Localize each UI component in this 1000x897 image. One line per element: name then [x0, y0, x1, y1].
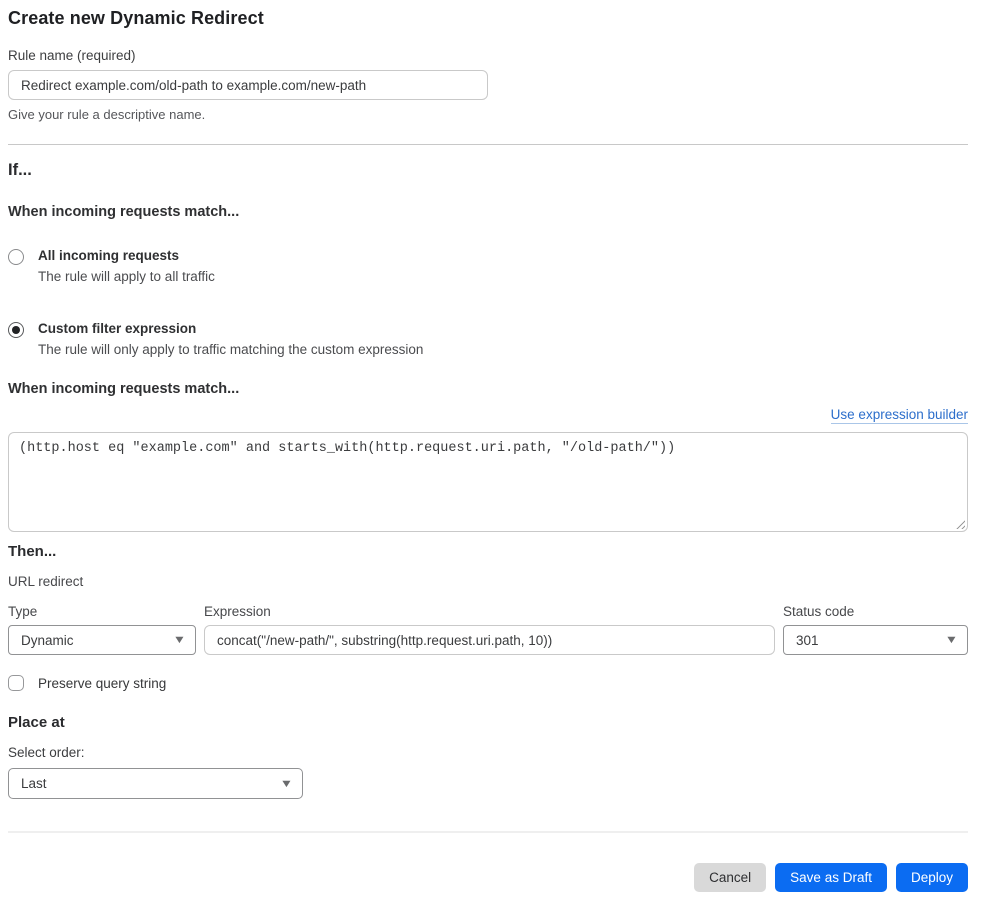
rule-name-help: Give your rule a descriptive name.: [8, 107, 206, 122]
type-select[interactable]: Dynamic ▼: [8, 625, 196, 655]
deploy-button[interactable]: Deploy: [895, 863, 968, 892]
radio-option-body: Custom filter expression The rule will o…: [38, 321, 423, 357]
radio-option-custom-expression[interactable]: Custom filter expression The rule will o…: [8, 321, 968, 357]
footer-actions: Cancel Save as Draft Deploy: [8, 863, 968, 892]
radio-selected-icon[interactable]: [8, 322, 24, 338]
radio-option-description: The rule will apply to all traffic: [38, 269, 215, 284]
radio-option-label: Custom filter expression: [38, 321, 197, 336]
then-heading: Then...: [8, 543, 57, 560]
order-select[interactable]: Last ▼: [8, 768, 303, 799]
chevron-down-icon: ▼: [944, 634, 959, 646]
radio-unselected-icon[interactable]: [8, 249, 24, 265]
chevron-down-icon: ▼: [172, 634, 187, 646]
url-redirect-label: URL redirect: [8, 574, 84, 589]
if-heading: If...: [8, 161, 32, 179]
footer-divider: [8, 831, 968, 833]
section-divider: [8, 144, 968, 145]
type-label: Type: [8, 604, 38, 619]
use-expression-builder-link[interactable]: Use expression builder: [830, 407, 968, 424]
expression-label: Expression: [204, 604, 271, 619]
cancel-button[interactable]: Cancel: [694, 863, 767, 892]
rule-name-label: Rule name (required): [8, 48, 136, 63]
preserve-query-label: Preserve query string: [38, 675, 167, 691]
radio-option-body: All incoming requests The rule will appl…: [38, 248, 215, 284]
radio-option-all-requests[interactable]: All incoming requests The rule will appl…: [8, 248, 968, 284]
redirect-settings-grid: Type Expression Status code Dynamic ▼ 30…: [8, 604, 968, 655]
radio-dot: [12, 326, 20, 334]
create-redirect-form: Create new Dynamic Redirect Rule name (r…: [8, 8, 968, 892]
chevron-down-icon: ▼: [279, 777, 294, 790]
filter-expression-textarea[interactable]: (http.host eq "example.com" and starts_w…: [8, 432, 968, 532]
order-select-value: Last: [21, 776, 47, 791]
preserve-query-row[interactable]: Preserve query string: [8, 675, 968, 691]
select-order-label: Select order:: [8, 745, 85, 760]
expression-editor-wrap: (http.host eq "example.com" and starts_w…: [8, 432, 968, 532]
expression-heading: When incoming requests match...: [8, 381, 240, 397]
redirect-expression-input[interactable]: [204, 625, 775, 655]
type-select-value: Dynamic: [21, 632, 74, 648]
status-code-select[interactable]: 301 ▼: [783, 625, 968, 655]
save-as-draft-button[interactable]: Save as Draft: [775, 863, 887, 892]
status-code-select-value: 301: [796, 632, 819, 648]
status-code-label: Status code: [783, 604, 855, 619]
builder-link-row: Use expression builder: [8, 406, 968, 424]
place-at-heading: Place at: [8, 714, 65, 731]
rule-name-input[interactable]: [8, 70, 488, 100]
radio-option-label: All incoming requests: [38, 248, 180, 263]
match-subheading: When incoming requests match...: [8, 204, 240, 220]
radio-option-description: The rule will only apply to traffic matc…: [38, 342, 424, 357]
page-title: Create new Dynamic Redirect: [8, 8, 264, 28]
preserve-query-checkbox[interactable]: [8, 675, 24, 691]
